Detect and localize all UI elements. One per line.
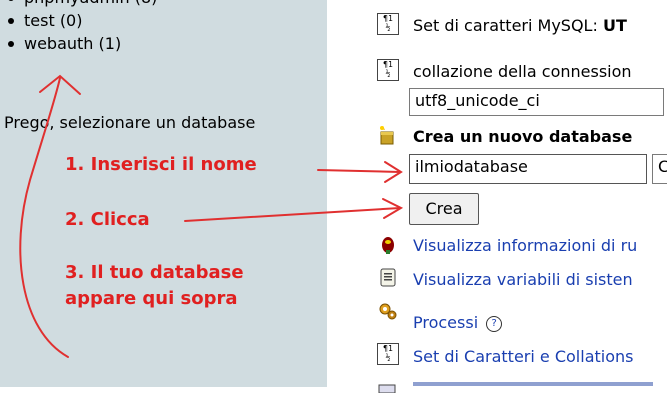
server-info-link[interactable]: Visualizza informazioni di ru xyxy=(413,236,637,255)
connection-collation-select[interactable]: utf8_unicode_ci xyxy=(409,88,664,116)
annotation-step2: 2. Clicca xyxy=(65,209,150,230)
variables-icon xyxy=(377,266,399,288)
annotation-step3-line1: 3. Il tuo database xyxy=(65,262,244,283)
charset-label: Set di caratteri MySQL: xyxy=(413,16,603,35)
database-list: phpmyadmin (8) test (0) webauth (1) xyxy=(4,0,157,55)
partial-icon xyxy=(377,378,399,400)
collation-label: collazione della connession xyxy=(413,62,632,81)
system-variables-link[interactable]: Visualizza variabili di sisten xyxy=(413,270,633,289)
select-database-prompt: Prego, selezionare un database xyxy=(4,113,256,132)
charset-value: UT xyxy=(602,16,627,35)
charsets-icon: ¶1 ½ xyxy=(377,343,399,365)
new-database-icon xyxy=(377,124,399,146)
charset-icon: ¶1 ½ xyxy=(377,13,399,35)
database-item-phpmyadmin[interactable]: phpmyadmin (8) xyxy=(4,0,157,9)
processes-link[interactable]: Processi xyxy=(413,313,478,332)
database-collation-select[interactable]: C xyxy=(652,154,667,184)
create-database-button[interactable]: Crea xyxy=(409,193,479,225)
database-item-webauth[interactable]: webauth (1) xyxy=(4,32,157,55)
annotation-step3-line2: appare qui sopra xyxy=(65,288,238,309)
charset-row: Set di caratteri MySQL: UT xyxy=(413,16,627,35)
panel-gap xyxy=(327,0,341,387)
database-name-input[interactable]: ilmiodatabase xyxy=(409,154,647,184)
charsets-collations-link[interactable]: Set di Caratteri e Collations xyxy=(413,347,633,366)
processes-icon xyxy=(377,300,399,322)
collation-icon: ¶1 ½ xyxy=(377,59,399,81)
help-icon[interactable]: ? xyxy=(486,315,503,332)
partial-row xyxy=(413,380,663,387)
processes-row: Processi? xyxy=(413,313,503,332)
create-database-title: Crea un nuovo database xyxy=(413,127,633,146)
status-icon xyxy=(377,233,399,255)
database-item-test[interactable]: test (0) xyxy=(4,9,157,32)
annotation-step1: 1. Inserisci il nome xyxy=(65,154,257,175)
left-navigation-panel: phpmyadmin (8) test (0) webauth (1) Preg… xyxy=(0,0,327,387)
